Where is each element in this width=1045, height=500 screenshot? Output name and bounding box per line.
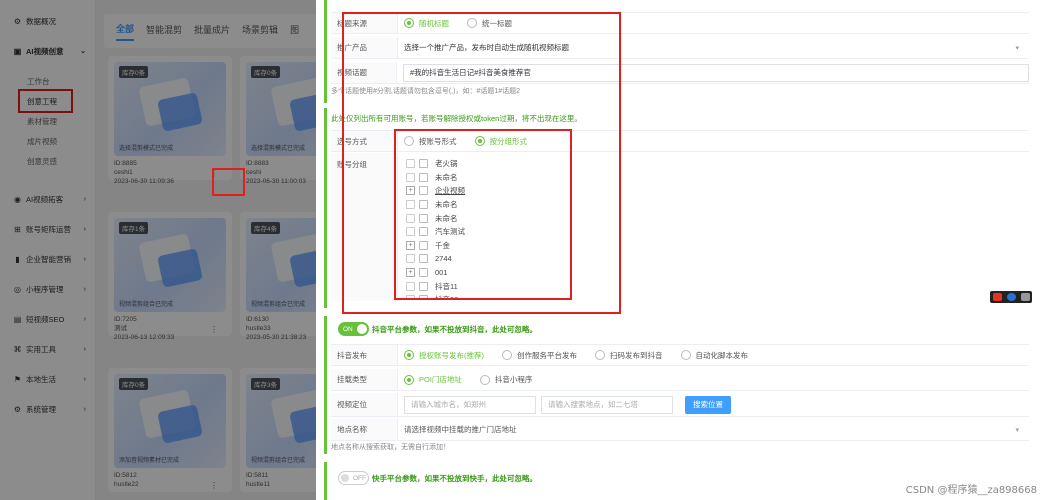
floating-toolbar[interactable]: [990, 291, 1032, 303]
douyin-switch[interactable]: ON: [338, 322, 369, 336]
radio-label: 自动化脚本发布: [695, 350, 749, 360]
kuaishou-switch-text: 快手平台参数，如果不投放到快手，此处可忽略。: [372, 474, 537, 483]
place-name-hint: 地点名称从搜索获取，无需自行添加！: [331, 444, 450, 451]
mount-type-radio-0[interactable]: POI门店地址: [404, 374, 462, 385]
place-name-label: 地点名称: [331, 419, 398, 440]
radio-icon: [404, 350, 414, 360]
kuaishou-switch[interactable]: OFF: [338, 471, 369, 485]
mount-type-row: 挂载类型 POI门店地址 抖音小程序: [331, 369, 1029, 391]
city-input[interactable]: 请输入城市名，如郑州: [404, 395, 536, 414]
mount-type-radio-1[interactable]: 抖音小程序: [479, 374, 533, 385]
radio-label: 授权账号发布(推荐): [419, 350, 484, 360]
watermark: CSDN @程序猿__za898668: [905, 485, 1037, 496]
radio-label: 扫码发布到抖音: [610, 350, 663, 360]
radio-label: POI门店地址: [419, 375, 462, 384]
highlight-card-menu: [212, 168, 245, 196]
modal-overlay[interactable]: [0, 0, 316, 500]
douyin-publish-label: 抖音发布: [331, 345, 398, 365]
douyin-switch-text: 抖音平台参数，如果不投放到抖音，此处可忽略。: [372, 325, 537, 334]
sogou-icon[interactable]: [992, 293, 1002, 301]
radio-icon: [404, 374, 414, 385]
mount-type-label: 挂载类型: [331, 369, 398, 390]
location-row: 视频定位 请输入城市名，如郑州 请输入搜索地点，如二七塔 搜索位置: [331, 393, 1029, 417]
radio-label: 创作服务平台发布: [517, 350, 577, 360]
place-input[interactable]: 请输入搜索地点，如二七塔: [541, 395, 673, 414]
highlight-group-selection: [394, 129, 572, 300]
radio-icon: [479, 374, 490, 385]
douyin-publish-radio-3[interactable]: 自动化脚本发布: [680, 350, 749, 361]
chevron-down-icon: ▾: [1015, 426, 1019, 434]
place-name-row: 地点名称 请选择视频中挂载的推广门店地址 ▾: [331, 419, 1029, 441]
search-location-button[interactable]: 搜索位置: [685, 395, 731, 414]
douyin-publish-radio-1[interactable]: 创作服务平台发布: [502, 350, 577, 361]
radio-icon: [595, 350, 605, 360]
place-name-select[interactable]: 请选择视频中挂载的推广门店地址 ▾: [404, 420, 1026, 439]
radio-icon: [680, 350, 691, 360]
chevron-down-icon: ▾: [1015, 44, 1019, 52]
douyin-publish-radio-2[interactable]: 扫码发布到抖音: [595, 350, 663, 361]
radio-icon: [502, 350, 512, 360]
location-label: 视频定位: [331, 393, 398, 416]
douyin-publish-radio-0[interactable]: 授权账号发布(推荐): [404, 350, 484, 361]
douyin-publish-row: 抖音发布 授权账号发布(推荐) 创作服务平台发布 扫码发布到抖音 自动化脚本发布: [331, 344, 1029, 366]
more-icon[interactable]: [1020, 293, 1030, 301]
radio-label: 抖音小程序: [494, 375, 533, 384]
help-icon[interactable]: [1006, 293, 1016, 301]
